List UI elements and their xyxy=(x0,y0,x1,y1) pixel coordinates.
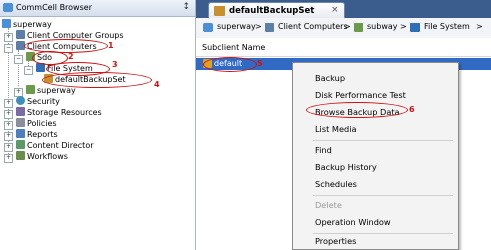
reports-icon xyxy=(16,129,25,138)
content-director-icon xyxy=(16,140,25,149)
menu-item-backup-history[interactable]: Backup History xyxy=(315,162,377,172)
menu-item-find[interactable]: Find xyxy=(315,145,332,155)
annotation-oval xyxy=(203,57,257,72)
annotation-number: 4 xyxy=(154,80,160,89)
annotation-oval xyxy=(306,102,408,118)
computer-group-icon xyxy=(16,30,25,39)
annotation-number: 6 xyxy=(409,105,415,114)
menu-separator xyxy=(313,140,453,141)
breadcrumb: superway > Client Computers > subway > F… xyxy=(196,18,491,39)
commcell-icon xyxy=(3,3,13,12)
menu-item-list-media[interactable]: List Media xyxy=(315,124,357,134)
tree-item-security[interactable]: + Security xyxy=(4,96,60,108)
collapse-icon[interactable]: − xyxy=(4,44,13,53)
tree-item-storage-resources[interactable]: + Storage Resources xyxy=(4,107,102,119)
tree-item-workflows[interactable]: + Workflows xyxy=(4,151,68,163)
breadcrumb-separator: > xyxy=(476,22,483,31)
client-icon xyxy=(26,85,35,94)
column-header-row: Subclient Name xyxy=(196,38,491,57)
close-icon[interactable]: × xyxy=(331,5,339,15)
menu-item-disk-performance-test[interactable]: Disk Performance Test xyxy=(315,90,406,100)
menu-item-schedules[interactable]: Schedules xyxy=(315,179,357,189)
tree-item-superway[interactable]: superway xyxy=(2,19,52,30)
tab-default-backup-set[interactable]: defaultBackupSet × xyxy=(208,2,345,19)
expand-icon[interactable]: + xyxy=(4,154,13,163)
client-icon xyxy=(354,23,363,32)
backup-set-icon xyxy=(214,6,225,16)
annotation-oval xyxy=(42,72,152,88)
panel-title: CommCell Browser xyxy=(16,3,92,12)
commcell-icon xyxy=(2,19,11,28)
breadcrumb-item[interactable]: superway xyxy=(217,22,256,31)
menu-item-operation-window[interactable]: Operation Window xyxy=(315,217,391,227)
policies-icon xyxy=(16,118,25,127)
annotation-number: 3 xyxy=(112,60,118,69)
tab-label: defaultBackupSet xyxy=(229,6,315,16)
breadcrumb-separator: > xyxy=(400,22,407,31)
tree-item-reports[interactable]: + Reports xyxy=(4,129,58,141)
annotation-oval xyxy=(24,39,108,53)
breadcrumb-separator: > xyxy=(255,22,262,31)
security-icon xyxy=(16,96,25,105)
breadcrumb-item[interactable]: subway xyxy=(367,22,398,31)
menu-item-delete: Delete xyxy=(315,200,342,210)
commcell-icon xyxy=(203,23,213,32)
annotation-number: 2 xyxy=(68,52,74,61)
commcell-browser-panel: CommCell Browser ↕ superway + Client Comp… xyxy=(0,0,196,250)
tree-item-policies[interactable]: + Policies xyxy=(4,118,57,130)
annotation-number: 1 xyxy=(108,41,114,50)
collapse-icon[interactable]: − xyxy=(14,55,23,64)
breadcrumb-item[interactable]: File System xyxy=(424,22,470,31)
context-menu: Backup Disk Performance Test Browse Back… xyxy=(292,62,459,250)
menu-separator xyxy=(313,195,453,196)
annotation-number: 5 xyxy=(257,59,263,68)
file-system-icon xyxy=(410,23,420,32)
collapse-icon[interactable]: − xyxy=(24,66,33,75)
pin-icon[interactable]: ↕ xyxy=(182,2,190,12)
panel-title-bar: CommCell Browser ↕ xyxy=(0,0,195,17)
menu-item-backup[interactable]: Backup xyxy=(315,73,345,83)
workflow-icon xyxy=(16,151,25,160)
menu-separator xyxy=(313,233,453,234)
storage-icon xyxy=(16,107,25,116)
breadcrumb-item[interactable]: Client Computers xyxy=(278,22,348,31)
menu-item-properties[interactable]: Properties xyxy=(315,236,356,246)
computer-icon xyxy=(265,23,274,32)
column-header-subclient-name[interactable]: Subclient Name xyxy=(202,43,265,52)
tree-item-content-director[interactable]: + Content Director xyxy=(4,140,94,152)
breadcrumb-separator: > xyxy=(344,22,351,31)
